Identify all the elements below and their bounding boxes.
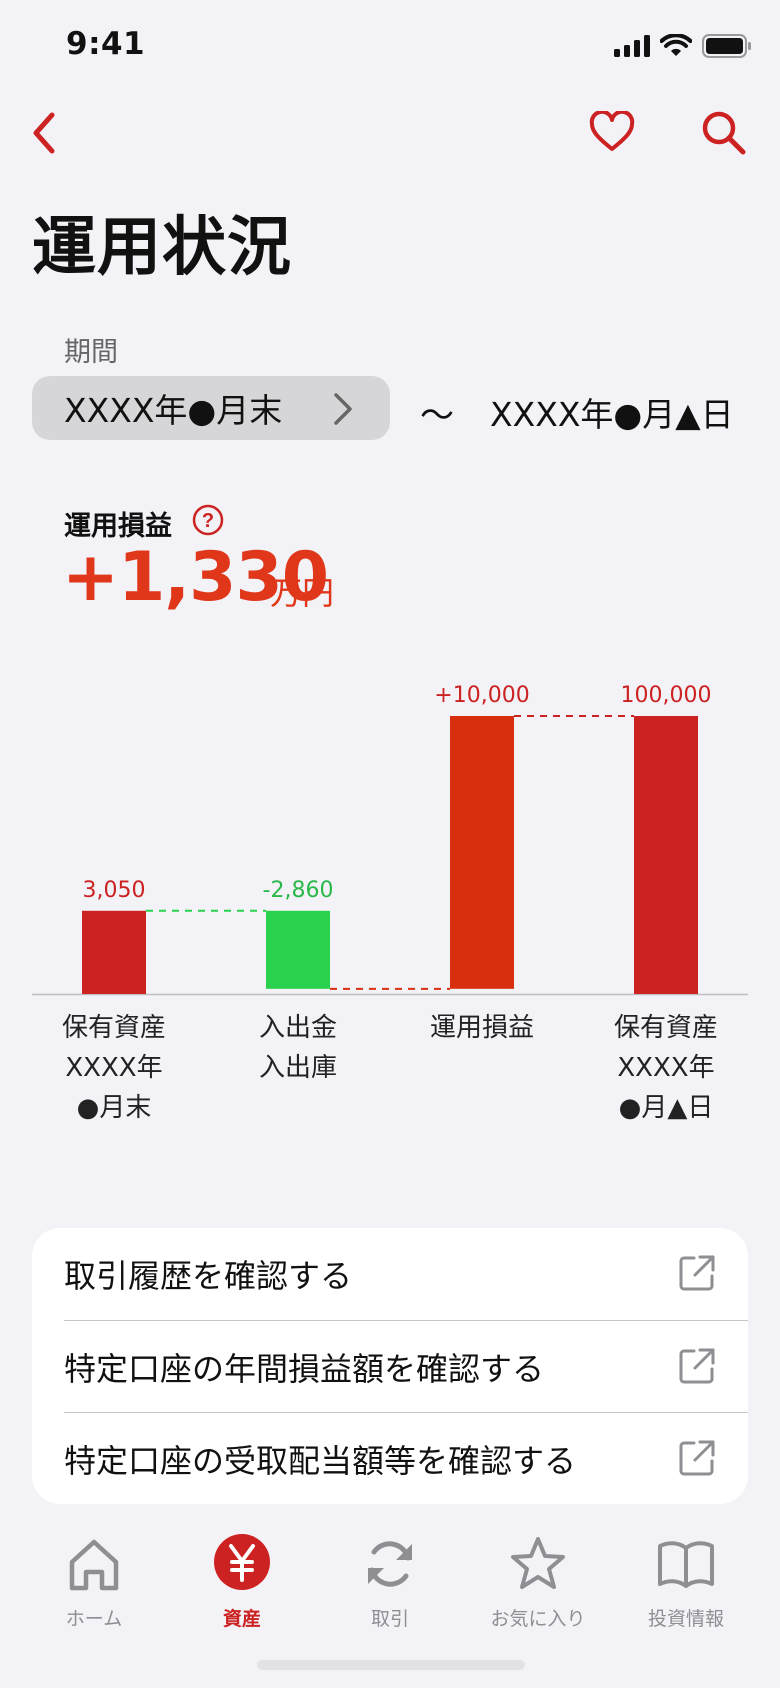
tab-label: 取引 [370, 1608, 409, 1630]
link-label: 特定口座の年間損益額を確認する [64, 1349, 545, 1388]
status-time: 9:41 [66, 26, 146, 62]
heart-icon [589, 111, 635, 151]
wifi-icon [660, 34, 692, 56]
chart-bar [266, 910, 330, 989]
link-label: 取引履歴を確認する [64, 1257, 353, 1295]
chevron-left-icon [33, 112, 55, 154]
signal-icon [614, 35, 650, 57]
chart-category-label: 運用損益 [429, 1013, 534, 1043]
star-icon [511, 1537, 565, 1589]
page-title: 運用状況 [32, 211, 292, 285]
links-card: 取引履歴を確認する 特定口座の年間損益額を確認する 特定口座の受取配当額等を確認… [32, 1228, 748, 1504]
yen-icon [214, 1534, 270, 1590]
favorite-button[interactable] [586, 104, 638, 160]
period-start-selector[interactable]: XXXX年●月末 [32, 376, 390, 440]
chart-value-label: 3,050 [83, 878, 146, 903]
period-start-text: XXXX年●月末 [64, 391, 283, 430]
period-label: 期間 [64, 337, 118, 368]
status-bar: 9:41 [0, 0, 780, 92]
chart-value-label: 100,000 [621, 683, 712, 708]
tab-label: ホーム [65, 1608, 123, 1630]
link-label: 特定口座の受取配当額等を確認する [64, 1441, 577, 1480]
tab-assets[interactable]: 資産 [168, 1520, 316, 1640]
tab-investment-info[interactable]: 投資情報 [612, 1520, 760, 1640]
tab-trade[interactable]: 取引 [316, 1520, 464, 1640]
chart-category-label: 入出金 入出庫 [258, 1013, 337, 1083]
tab-label: お気に入り [490, 1608, 586, 1630]
chart-value-label: +10,000 [434, 683, 529, 708]
search-button[interactable] [696, 104, 750, 160]
screen: 9:41 運用状況 期間 XXXX年●月末 〜 XXXX年●月▲日 運用損益 ?… [0, 0, 780, 1688]
external-link-icon [679, 1255, 715, 1291]
link-dividends[interactable]: 特定口座の受取配当額等を確認する [64, 1412, 748, 1504]
link-trade-history[interactable]: 取引履歴を確認する [64, 1228, 748, 1320]
chart-bar [82, 910, 146, 994]
pnl-unit: 万円 [270, 574, 335, 612]
chart-bar [634, 716, 698, 994]
home-icon [69, 1539, 119, 1591]
waterfall-chart: 3,050 -2,860 +10,000 100,000 [32, 683, 748, 996]
chevron-right-icon [334, 393, 352, 425]
tab-home[interactable]: ホーム [20, 1520, 168, 1640]
refresh-icon [368, 1541, 412, 1587]
book-icon [658, 1541, 714, 1588]
help-icon[interactable]: ? [192, 504, 224, 536]
chart-category-label: 保有資産 XXXX年 ●月末 [61, 1013, 166, 1123]
chart-bar [450, 716, 514, 989]
period-separator: 〜 [420, 396, 454, 436]
chart-value-label: -2,860 [263, 878, 334, 903]
battery-icon [702, 34, 751, 58]
svg-text:?: ? [202, 510, 214, 532]
tab-label: 投資情報 [647, 1608, 724, 1630]
external-link-icon [679, 1440, 715, 1476]
period-end-text: XXXX年●月▲日 [490, 395, 734, 434]
chart-category-label: 保有資産 XXXX年 ●月▲日 [613, 1013, 718, 1123]
back-button[interactable] [24, 106, 64, 160]
search-icon [702, 111, 746, 155]
tab-label: 資産 [222, 1608, 261, 1630]
link-annual-pnl[interactable]: 特定口座の年間損益額を確認する [64, 1320, 748, 1412]
status-icons [614, 34, 752, 58]
home-indicator [257, 1660, 525, 1670]
external-link-icon [679, 1348, 715, 1384]
tab-favorites[interactable]: お気に入り [464, 1520, 612, 1640]
